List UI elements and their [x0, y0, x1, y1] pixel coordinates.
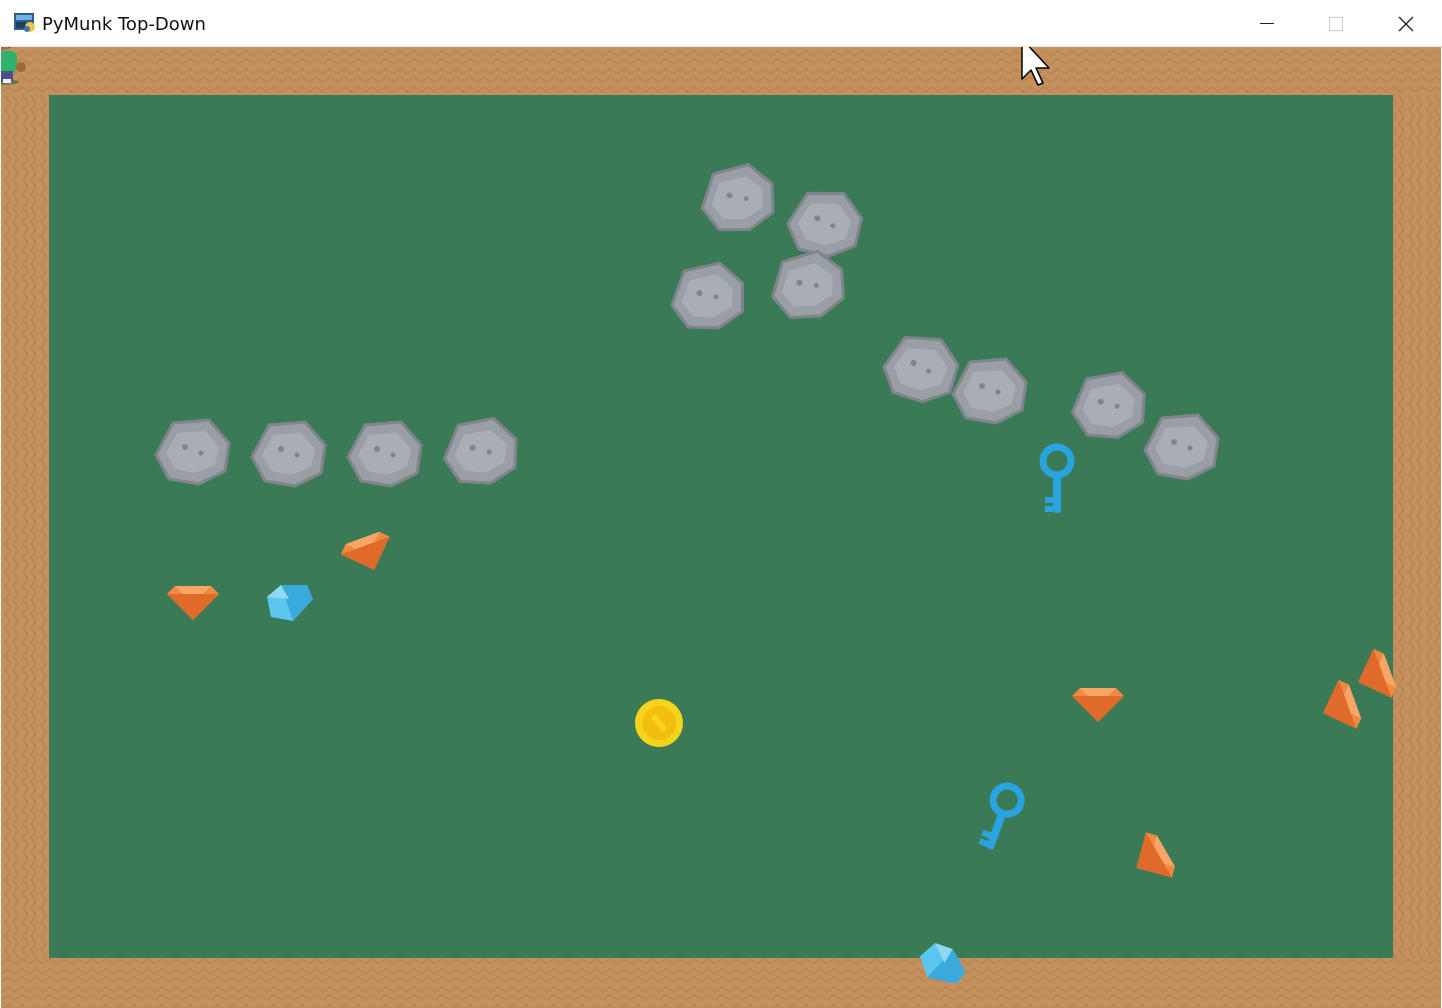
right-wall — [1393, 95, 1441, 958]
left-wall — [1, 95, 49, 958]
top-wall — [1, 47, 1441, 95]
close-button[interactable] — [1372, 0, 1440, 46]
maximize-icon — [1329, 17, 1343, 31]
minimize-icon — [1260, 23, 1274, 24]
minimize-button[interactable] — [1233, 0, 1301, 46]
python-app-icon — [14, 13, 35, 32]
maximize-button[interactable] — [1302, 0, 1370, 46]
game-canvas[interactable] — [1, 47, 1441, 1008]
bottom-wall — [1, 958, 1441, 1008]
window-title: PyMunk Top-Down — [42, 14, 206, 35]
title-bar: PyMunk Top-Down — [0, 0, 1442, 47]
close-icon — [1398, 16, 1414, 32]
